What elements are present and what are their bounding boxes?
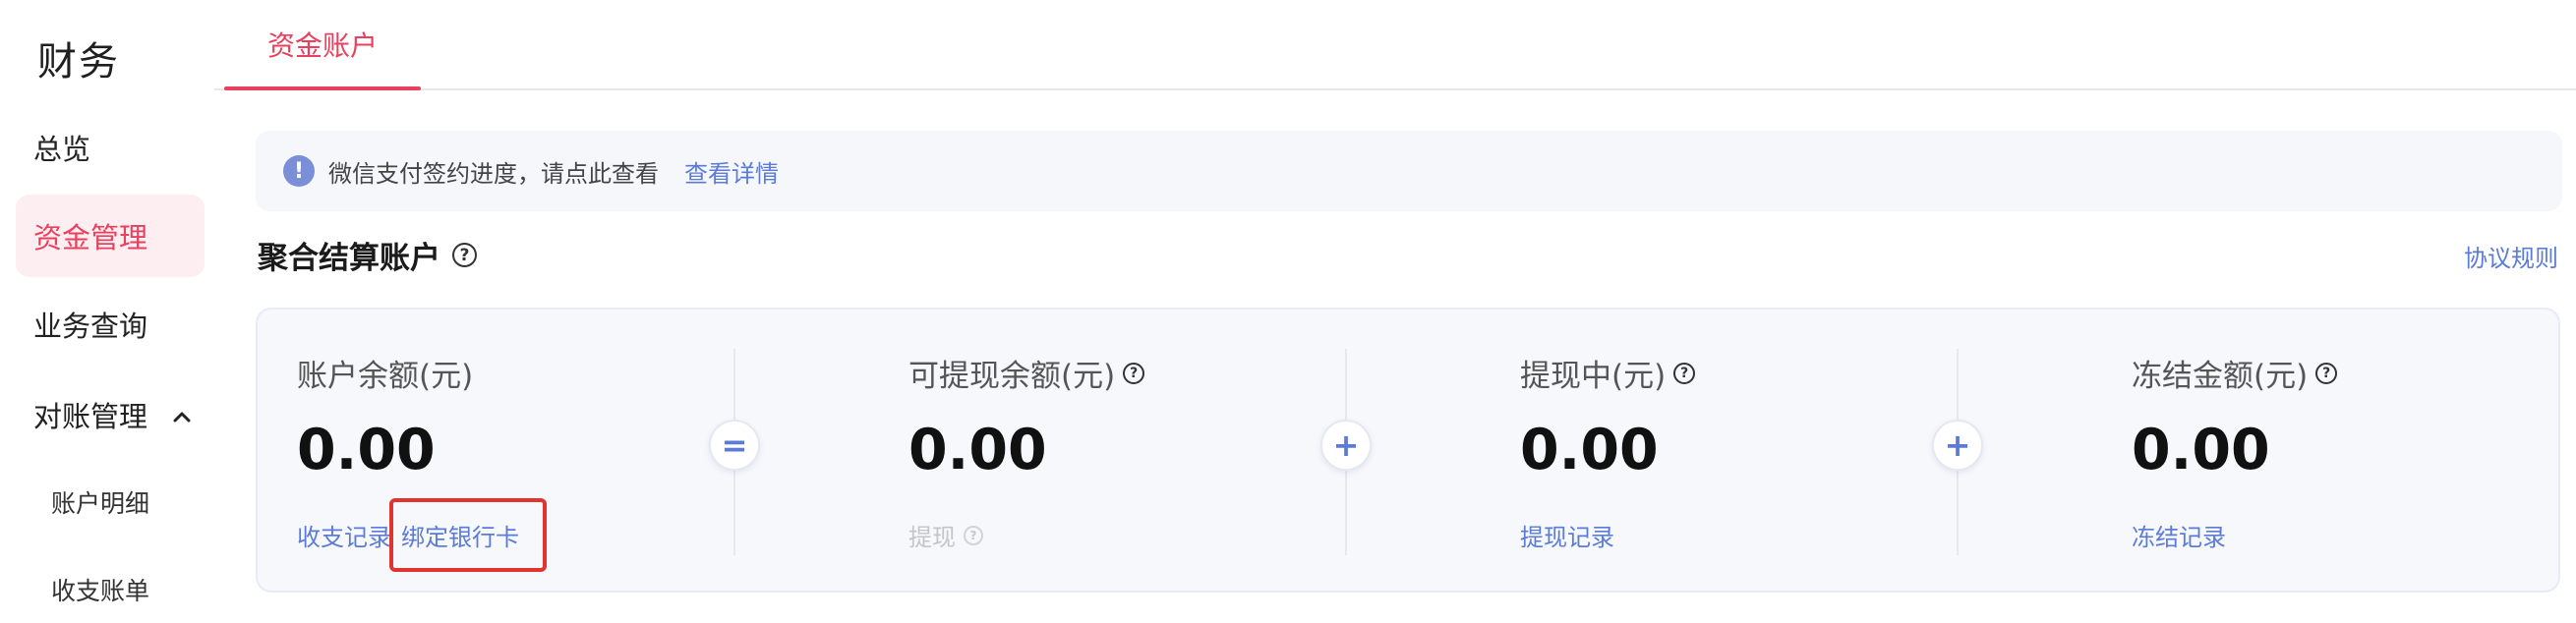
sidebar-item-label: 资金管理 [33,221,148,255]
tab-active-indicator [224,86,421,90]
frozen-amount-label: 冻结金额(元) [2132,359,2309,394]
plus-icon: + [1320,420,1372,471]
withdraw-link: 提现 ? [908,518,983,552]
sidebar-subitem-income-expense-bills[interactable]: 收支账单 [51,572,149,607]
frozen-records-link[interactable]: 冻结记录 [2132,518,2226,552]
sidebar: 财务 总览 资金管理 业务查询 对账管理 账户明细 收支账单 [0,0,214,623]
column-links: 冻结记录 [2132,518,2226,552]
withdrawing-label: 提现中(元) [1520,359,1667,394]
account-summary-card: 账户余额(元) 0.00 收支记录 绑定银行卡 = 可提现余额(元) ? 0.0… [256,308,2560,593]
section-header: 聚合结算账户 ? [258,233,477,277]
plus-icon: + [1932,420,1983,471]
frozen-amount: 0.00 [2132,418,2270,482]
help-icon[interactable]: ? [1123,362,1145,384]
sidebar-item-label: 总览 [33,133,91,166]
column-links: 收支记录 绑定银行卡 [297,498,547,572]
sidebar-subitem-account-details[interactable]: 账户明细 [51,484,149,520]
section-title: 聚合结算账户 [258,241,440,276]
info-icon: ! [283,155,315,187]
column-label: 可提现余额(元) ? [908,351,1145,395]
column-label: 账户余额(元) [297,351,473,395]
agreement-rules-link[interactable]: 协议规则 [2464,239,2558,273]
sidebar-item-business-query[interactable]: 业务查询 [16,283,205,366]
tab-bar: 资金账户 [214,0,2576,90]
sidebar-item-fund-management[interactable]: 资金管理 [16,195,205,277]
help-icon[interactable]: ? [964,525,983,545]
withdrawing-amount: 0.00 [1520,418,1659,482]
column-label: 提现中(元) ? [1520,351,1696,395]
sidebar-item-label: 对账管理 [33,400,148,433]
tab-label: 资金账户 [266,29,378,62]
income-expense-records-link[interactable]: 收支记录 [297,518,391,552]
help-icon[interactable]: ? [2315,362,2338,384]
sidebar-item-label: 业务查询 [33,310,148,343]
account-balance-amount: 0.00 [297,418,436,482]
notice-banner: ! 微信支付签约进度，请点此查看 查看详情 [256,131,2562,211]
help-icon[interactable]: ? [1673,362,1696,384]
withdraw-link-label: 提现 [908,524,956,551]
sidebar-item-reconciliation[interactable]: 对账管理 [16,373,205,456]
withdrawable-balance-label: 可提现余额(元) [908,359,1116,394]
withdrawal-records-link[interactable]: 提现记录 [1520,518,1614,552]
help-icon[interactable]: ? [452,243,477,267]
withdrawable-balance-amount: 0.00 [908,418,1047,482]
column-links: 提现 ? [908,518,983,552]
column-label: 冻结金额(元) ? [2132,351,2338,395]
main-content: 资金账户 ! 微信支付签约进度，请点此查看 查看详情 聚合结算账户 ? 协议规则… [214,0,2576,623]
tab-fund-account[interactable]: 资金账户 [224,0,421,88]
equals-icon: = [709,420,760,471]
account-balance-label: 账户余额(元) [297,359,474,394]
sidebar-title: 财务 [37,39,120,85]
bind-bank-card-link[interactable]: 绑定银行卡 [389,498,547,572]
view-details-link[interactable]: 查看详情 [684,154,779,189]
chevron-up-icon[interactable] [173,401,191,428]
column-links: 提现记录 [1520,518,1614,552]
notice-text: 微信支付签约进度，请点此查看 [328,159,659,188]
sidebar-item-overview[interactable]: 总览 [16,106,205,189]
